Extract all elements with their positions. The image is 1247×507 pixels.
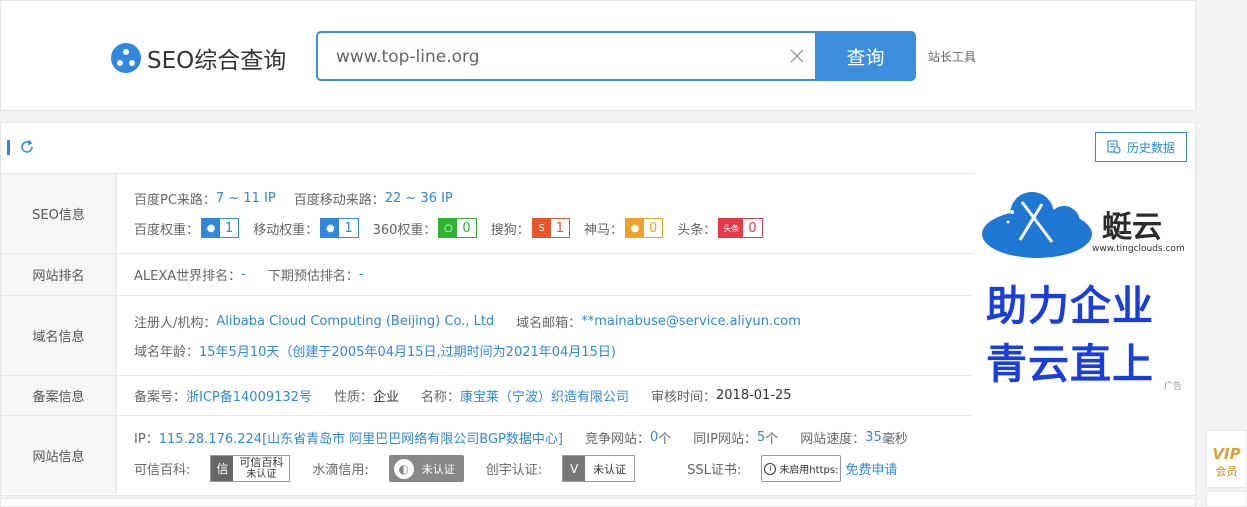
nature-label: 性质： (333, 390, 373, 405)
ip-value[interactable]: 115.28.176.224[山东省青岛市 阿里巴巴网络有限公司BGP数据中心] (159, 428, 563, 447)
shuidi-badge[interactable]: ◐ 未认证 (388, 455, 464, 482)
nature-value: 企业 (372, 390, 399, 405)
history-data-button[interactable]: 历史数据 (1095, 132, 1187, 162)
ssl-apply-link[interactable]: 免费申请 (845, 459, 897, 478)
same-ip-unit: 个 (765, 432, 779, 447)
water-drop-icon: ◐ (393, 458, 414, 479)
mobile-weight-badge[interactable]: ● 1 (320, 218, 359, 238)
mobile-traffic-value[interactable]: 22 ~ 36 IP (385, 191, 453, 206)
competitor-label: 竞争网站： (584, 432, 650, 447)
history-icon (1107, 140, 1121, 154)
alexa-value[interactable]: - (241, 267, 246, 282)
ssl-badge: i 未启用https: (761, 455, 842, 482)
mobile-weight-label: 移动权重： (253, 222, 319, 238)
info-icon: i (764, 462, 777, 475)
360-icon: ○ (439, 219, 458, 237)
baidu-weight-badge[interactable]: ● 1 (201, 218, 240, 238)
toutiao-weight-label: 头条： (677, 222, 717, 238)
company-name-value[interactable]: 康宝莱（宁波）织造有限公司 (460, 386, 629, 405)
sogou-weight-label: 搜狗： (490, 222, 530, 238)
row-label: 网站排名 (1, 254, 117, 295)
ssl-label: SSL证书: (687, 463, 742, 478)
shuidi-label: 水滴信用: (312, 463, 369, 478)
kxbk-badge[interactable]: 信 可信百科 未认证 (210, 455, 291, 482)
vip-member-button[interactable]: VIP 会员 (1206, 430, 1247, 488)
mobile-traffic-label: 百度移动来路： (293, 193, 385, 208)
logo-text: SEO综合查询 (147, 48, 287, 74)
site-logo[interactable]: SEO综合查询 (111, 41, 286, 75)
row-seo: SEO信息 百度PC来路： 7 ~ 11 IP 百度移动来路： 22 ~ 36 … (1, 174, 973, 254)
ad-slogan-1: 助力企业 (986, 282, 1154, 330)
refresh-icon[interactable] (19, 139, 35, 155)
vip-icon: VIP (1212, 445, 1241, 463)
row-label: 备案信息 (1, 376, 117, 415)
pc-traffic-label: 百度PC来路： (134, 193, 216, 208)
next-card (0, 498, 1196, 507)
row-icp: 备案信息 备案号： 浙ICP备14009132号 性质： 企业 名称： 康宝莱（… (1, 376, 973, 416)
age-label: 域名年龄： (134, 344, 200, 360)
ad-brand: 蜓云 (1102, 210, 1162, 245)
logo-icon (111, 43, 141, 73)
side-panel-item[interactable] (1206, 491, 1247, 507)
history-data-label: 历史数据 (1126, 140, 1175, 155)
email-label: 域名邮箱： (516, 315, 582, 331)
vip-label: 会员 (1215, 465, 1238, 478)
row-label: 网站信息 (1, 416, 117, 494)
audit-time-value: 2018-01-25 (716, 388, 792, 403)
row-label: SEO信息 (1, 174, 117, 253)
registrant-label: 注册人/机构： (134, 315, 217, 331)
same-ip-label: 同IP网站： (693, 432, 757, 447)
alexa-label: ALEXA世界排名： (134, 269, 242, 284)
360-weight-badge[interactable]: ○ 0 (438, 218, 477, 238)
row-rank: 网站排名 ALEXA世界排名： - 下期预估排名： - (1, 254, 973, 296)
ad-url: www.tingclouds.com (1092, 244, 1185, 254)
registrant-value[interactable]: Alibaba Cloud Computing (Beijing) Co., L… (216, 314, 494, 329)
competitor-value[interactable]: 0 (650, 430, 658, 445)
company-name-label: 名称： (420, 390, 460, 405)
toutiao-icon: 头条 (719, 219, 744, 237)
kxbk-label: 可信百科: (134, 463, 191, 478)
search-box (316, 31, 816, 81)
info-table: SEO信息 百度PC来路： 7 ~ 11 IP 百度移动来路： 22 ~ 36 … (1, 173, 973, 494)
pc-traffic-value[interactable]: 7 ~ 11 IP (216, 191, 276, 206)
same-ip-value[interactable]: 5 (757, 430, 765, 445)
kxbk-icon: 信 (211, 456, 234, 481)
search-button[interactable]: 查询 (815, 31, 916, 81)
chuangyu-v-icon: V (563, 456, 586, 481)
sogou-icon: S (532, 219, 551, 237)
chuangyu-badge[interactable]: V 未认证 (562, 455, 636, 482)
speed-label: 网站速度： (800, 432, 866, 447)
360-weight-label: 360权重： (372, 222, 437, 238)
shenma-icon: ● (626, 219, 645, 237)
ad-tag: 广告 (1164, 382, 1183, 392)
webmaster-tools-link[interactable]: 站长工具 (928, 48, 976, 65)
icp-number-label: 备案号： (134, 390, 187, 405)
row-label: 域名信息 (1, 296, 117, 375)
baidu-weight-label: 百度权重： (134, 222, 200, 238)
toutiao-weight-badge[interactable]: 头条 0 (718, 218, 763, 238)
baidu-paw-icon: ● (321, 219, 340, 237)
sogou-weight-badge[interactable]: S 1 (531, 218, 570, 238)
row-domain: 域名信息 注册人/机构： Alibaba Cloud Computing (Be… (1, 296, 973, 376)
ip-label: IP： (134, 432, 159, 447)
row-site: 网站信息 IP： 115.28.176.224[山东省青岛市 阿里巴巴网络有限公… (1, 416, 973, 494)
shenma-weight-label: 神马： (584, 222, 624, 238)
forecast-label: 下期预估排名： (267, 269, 359, 284)
icp-number-value[interactable]: 浙ICP备14009132号 (186, 386, 312, 405)
audit-time-label: 审核时间： (651, 390, 717, 405)
chuangyu-label: 创宇认证: (485, 463, 543, 478)
age-value[interactable]: 15年5月10天（创建于2005年04月15日,过期时间为2021年04月15日… (199, 341, 616, 360)
clear-icon[interactable] (788, 47, 806, 65)
baidu-paw-icon: ● (202, 219, 221, 237)
competitor-unit: 个 (658, 432, 672, 447)
ad-banner[interactable]: 蜓云 www.tingclouds.com 助力企业 青云直上 广告 (982, 192, 1185, 392)
forecast-value[interactable]: - (359, 267, 364, 282)
speed-unit: 毫秒 (881, 432, 908, 447)
speed-value: 35 (865, 430, 882, 445)
email-value[interactable]: **mainabuse@service.aliyun.com (581, 314, 801, 329)
section-marker (7, 140, 10, 155)
shenma-weight-badge[interactable]: ● 0 (625, 218, 664, 238)
search-input[interactable] (336, 45, 776, 69)
ad-slogan-2: 青云直上 (986, 340, 1154, 388)
